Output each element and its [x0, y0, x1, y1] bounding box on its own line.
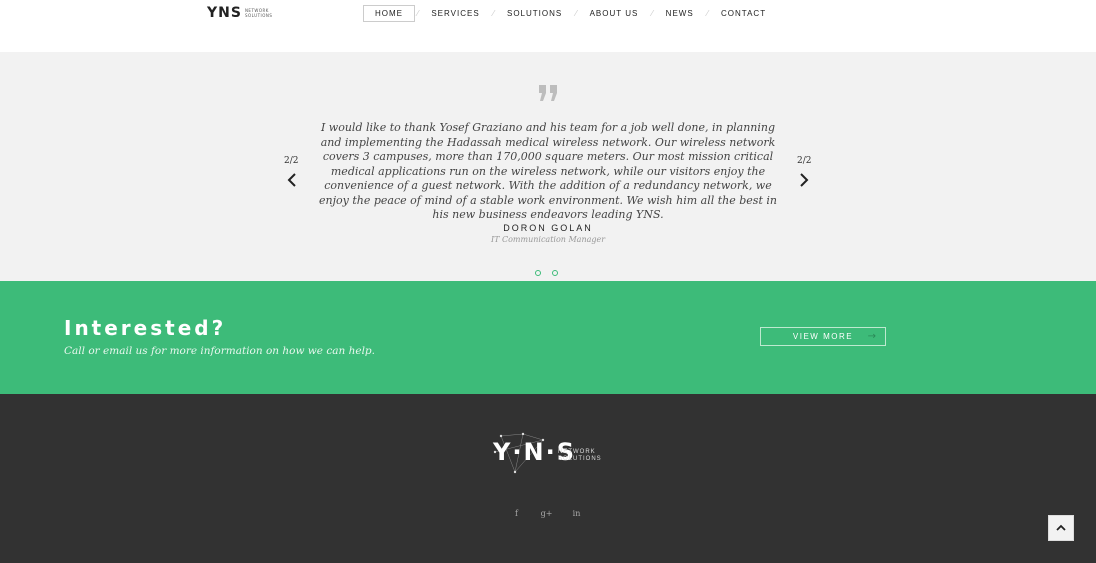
arrow-right-icon: → — [867, 331, 876, 342]
cta-section: Interested? Call or email us for more in… — [0, 281, 1096, 394]
facebook-icon[interactable]: f — [510, 507, 523, 520]
nav-home[interactable]: HOME — [363, 5, 415, 22]
nav-news[interactable]: NEWS — [655, 5, 705, 22]
slide-counter-left: 2/2 — [284, 156, 299, 166]
testimonial-slider: I would like to thank Yosef Graziano and… — [0, 52, 1096, 281]
footer-logo[interactable]: Y·N·S NETWORK SOLUTIONS — [493, 432, 605, 476]
testimonial-text: I would like to thank Yosef Graziano and… — [319, 121, 777, 221]
chevron-up-icon — [1056, 524, 1066, 531]
chevron-right-icon[interactable] — [797, 172, 811, 188]
scroll-to-top-button[interactable] — [1048, 515, 1074, 541]
nav-services[interactable]: SERVICES — [420, 5, 490, 22]
main-nav: HOME ⁄ SERVICES ⁄ SOLUTIONS ⁄ ABOUT US ⁄… — [363, 5, 777, 22]
logo-mark: YNS — [207, 5, 242, 21]
slider-dot-1[interactable] — [535, 270, 541, 276]
site-header: YNS NETWORK SOLUTIONS HOME ⁄ SERVICES ⁄ … — [0, 0, 1096, 52]
logo-tagline: NETWORK SOLUTIONS — [245, 8, 272, 18]
footer-logo-tagline-line1: NETWORK — [558, 449, 596, 455]
slide-counter-right: 2/2 — [797, 156, 812, 166]
testimonial-author: DORON GOLAN — [503, 223, 593, 233]
chevron-left-icon[interactable] — [285, 172, 299, 188]
testimonial-role: IT Communication Manager — [490, 235, 606, 244]
view-more-label: VIEW MORE — [792, 332, 854, 341]
linkedin-icon[interactable]: in — [570, 507, 583, 520]
site-logo[interactable]: YNS NETWORK SOLUTIONS — [207, 5, 272, 21]
slider-pagination — [535, 270, 558, 276]
cta-title: Interested? — [64, 316, 227, 340]
footer-logo-tagline-line2: SOLUTIONS — [558, 456, 602, 462]
slider-dot-2[interactable] — [552, 270, 558, 276]
nav-contact[interactable]: CONTACT — [710, 5, 777, 22]
view-more-button[interactable]: VIEW MORE → — [760, 327, 886, 346]
footer-logo-tagline: NETWORK SOLUTIONS — [558, 449, 602, 463]
nav-solutions[interactable]: SOLUTIONS — [496, 5, 573, 22]
cta-subtitle: Call or email us for more information on… — [64, 345, 375, 357]
social-links: f g+ in — [510, 507, 583, 520]
quote-icon — [539, 85, 557, 101]
google-plus-icon[interactable]: g+ — [540, 507, 553, 520]
nav-about-us[interactable]: ABOUT US — [579, 5, 650, 22]
site-footer: Y·N·S NETWORK SOLUTIONS f g+ in — [0, 394, 1096, 563]
logo-tagline-line2: SOLUTIONS — [244, 13, 273, 18]
